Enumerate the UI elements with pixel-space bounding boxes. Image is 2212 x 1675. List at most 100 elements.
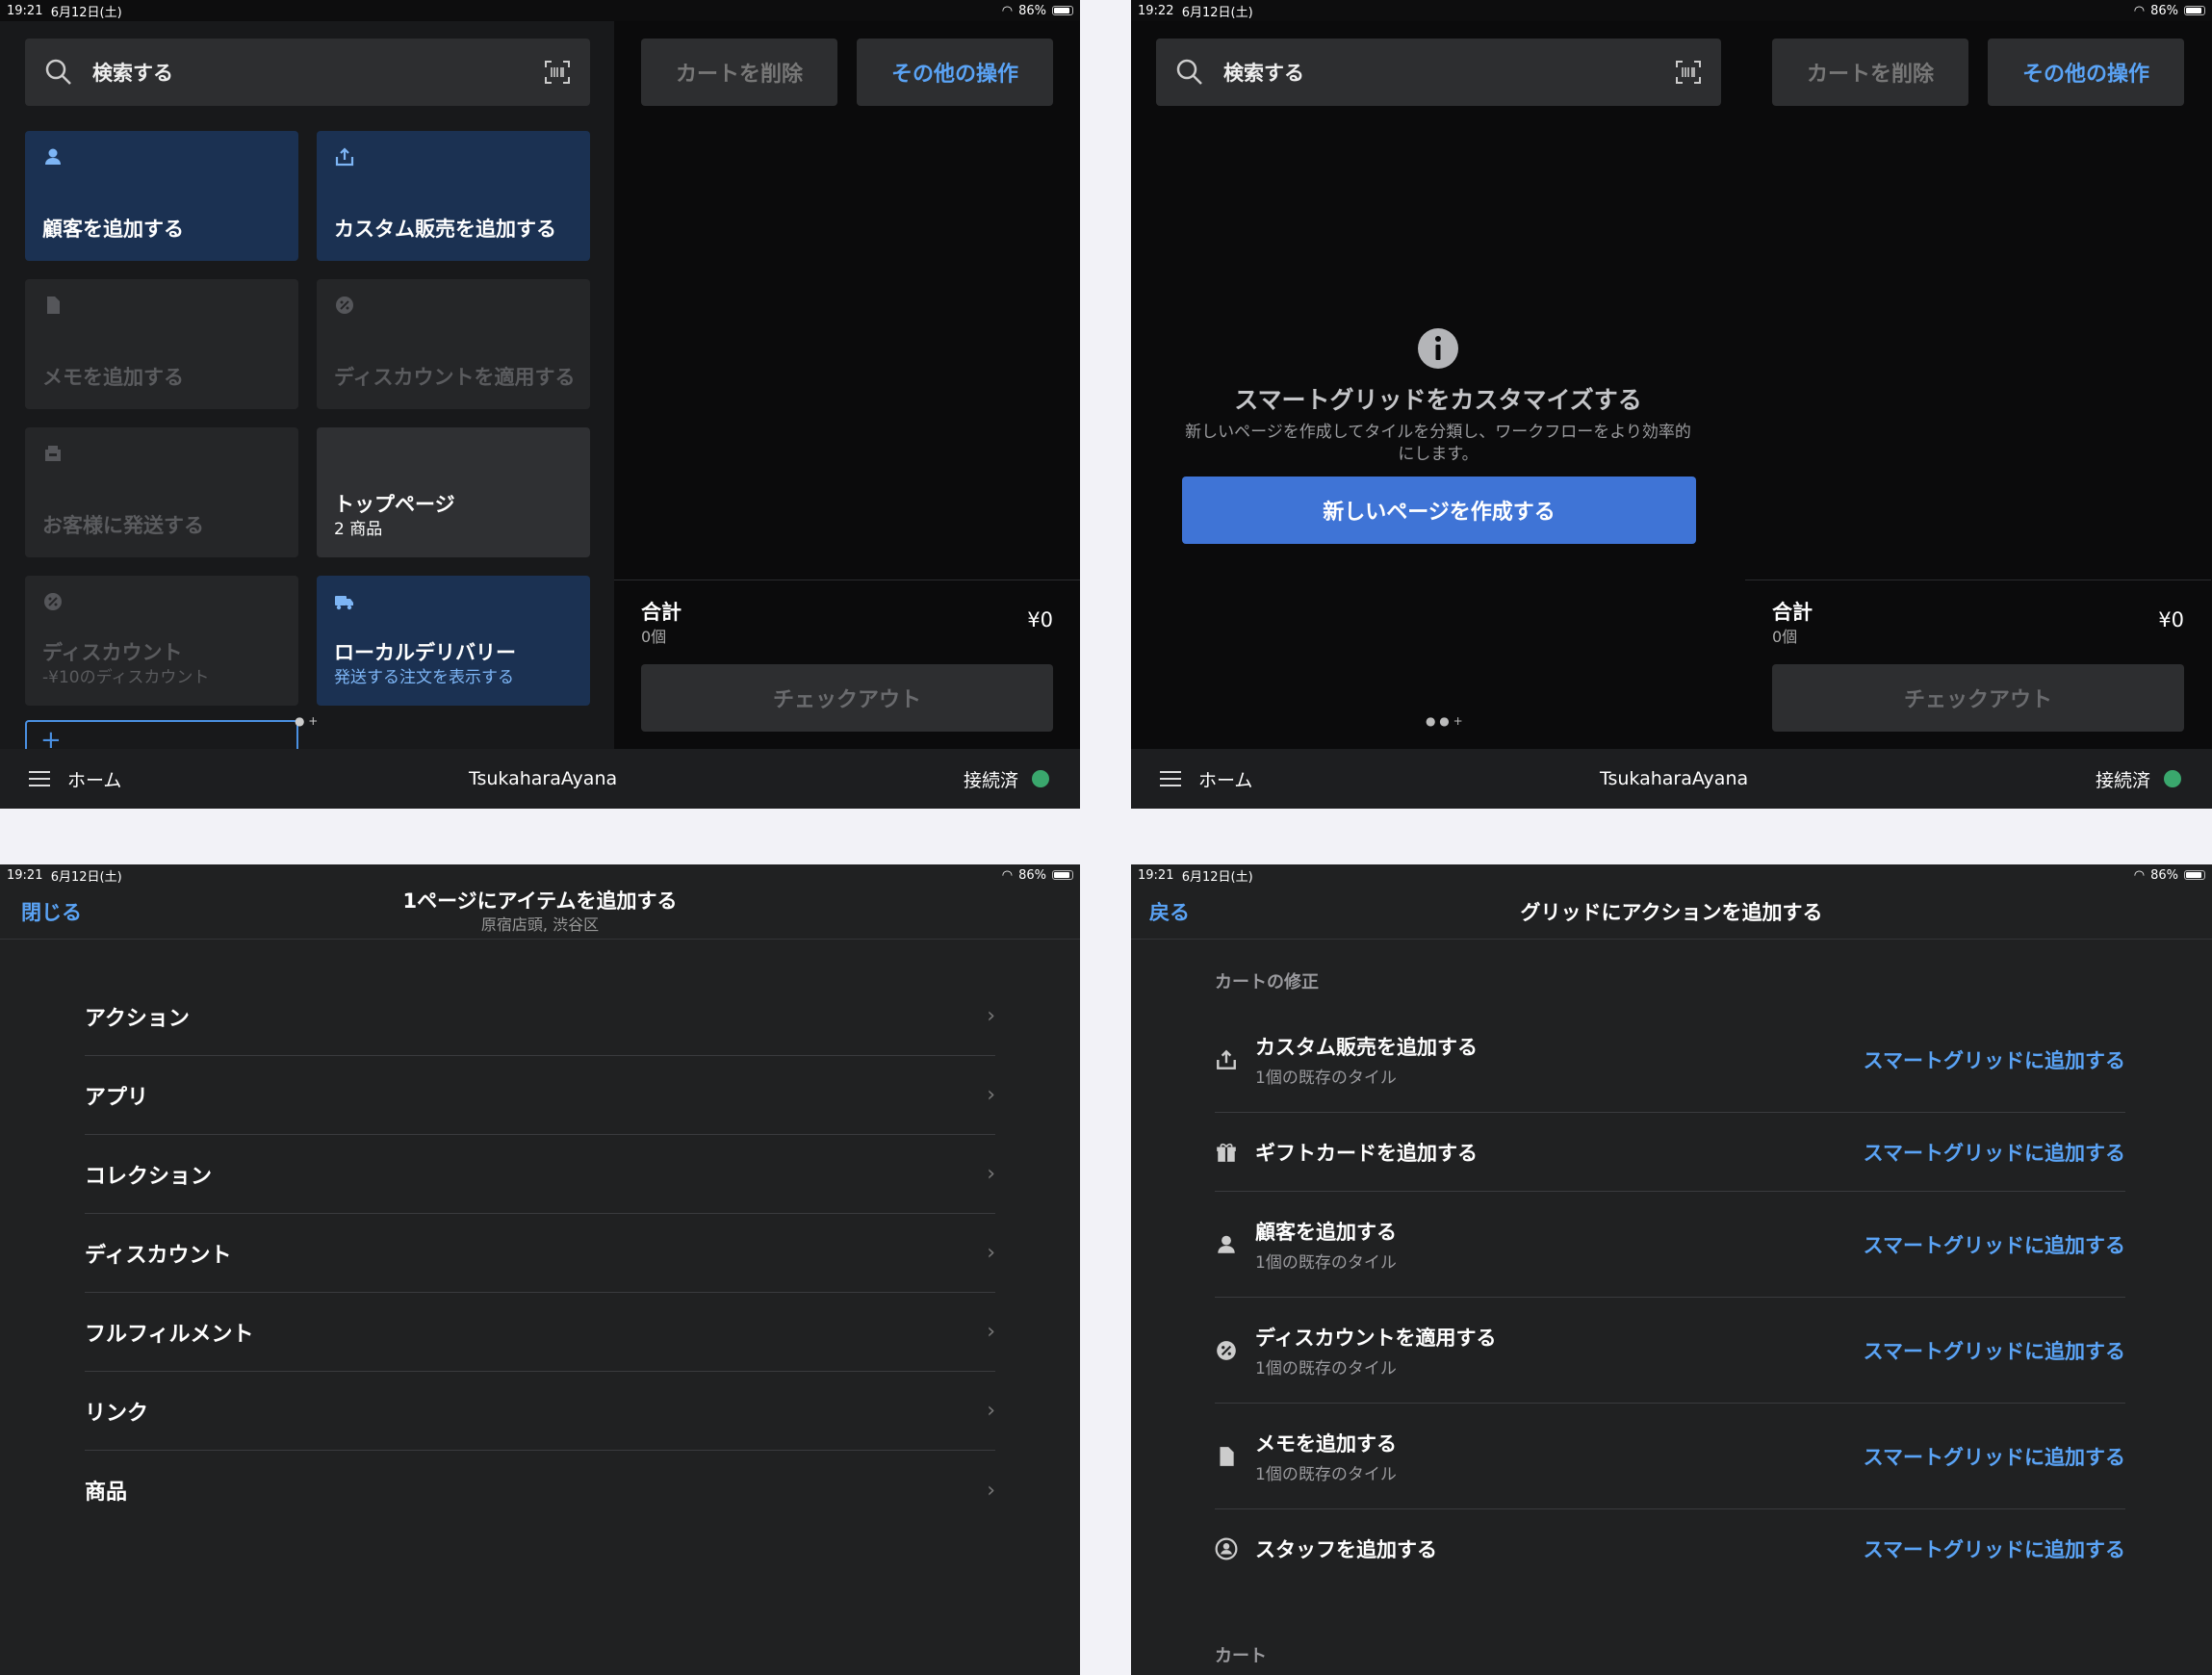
create-page-button[interactable]: 新しいページを作成する xyxy=(1182,477,1696,544)
chevron-right-icon: › xyxy=(987,1320,995,1344)
tile-label: お客様に発送する xyxy=(42,514,204,537)
tile-local-delivery[interactable]: ローカルデリバリー 発送する注文を表示する xyxy=(317,576,590,706)
tile-label: ディスカウント xyxy=(42,641,183,664)
page-indicator[interactable]: ● + xyxy=(295,714,318,728)
cart-panel: カートを削除 その他の操作 合計 0個 ¥0 チェックアウト xyxy=(614,21,1080,749)
tile-text: ローカルデリバリー 発送する注文を表示する xyxy=(334,639,577,688)
tile-label: トップページ xyxy=(334,493,455,516)
status-date: 6月12日(土) xyxy=(50,5,122,20)
empty-description: 新しいページを作成してタイルを分類し、ワークフローをより効率的にします。 xyxy=(1185,423,1691,464)
page-indicator[interactable]: ● ● + xyxy=(1426,714,1463,728)
add-to-smart-grid-link[interactable]: スマートグリッドに追加する xyxy=(1864,1336,2125,1365)
list-item-links[interactable]: リンク › xyxy=(85,1372,995,1451)
wifi-icon: ◠ xyxy=(2133,3,2146,18)
list-item-label: ディスカウント xyxy=(85,1243,232,1268)
action-row-staff: スタッフを追加する スマートグリッドに追加する xyxy=(1215,1509,2125,1588)
action-subtitle: 1個の既存のタイル xyxy=(1255,1464,1397,1484)
connection-status: 接続済 xyxy=(2095,769,2150,791)
action-title: 顧客を追加する xyxy=(1255,1220,1397,1244)
bottom-bar: ホーム TsukaharaAyana 接続済 xyxy=(0,749,1080,809)
action-row-customer: 顧客を追加する 1個の既存のタイル スマートグリッドに追加する xyxy=(1215,1192,2125,1298)
pos-empty-page-screen: 19:22 6月12日(土) ◠ 86% 検索する スマートグリッドをカスタマイズ… xyxy=(1131,0,2212,809)
tile-label: メモを追加する xyxy=(42,366,184,389)
add-to-smart-grid-link[interactable]: スマートグリッドに追加する xyxy=(1864,1442,2125,1471)
tile-add-memo[interactable]: メモを追加する xyxy=(25,279,298,409)
add-to-smart-grid-link[interactable]: スマートグリッドに追加する xyxy=(1864,1230,2125,1259)
list-item-collections[interactable]: コレクション › xyxy=(85,1135,995,1214)
status-bar: 19:21 6月12日(土) ◠ 86% xyxy=(0,0,1080,21)
list-item-apps[interactable]: アプリ › xyxy=(85,1056,995,1135)
total-count: 0個 xyxy=(1772,628,1798,646)
action-title: スタッフを追加する xyxy=(1255,1538,1437,1561)
tile-apply-discount[interactable]: ディスカウントを適用する xyxy=(317,279,590,409)
search-input[interactable]: 検索する xyxy=(1156,39,1721,106)
tile-top-page[interactable]: トップページ 2 商品 xyxy=(317,427,590,557)
search-input[interactable]: 検索する xyxy=(25,39,590,106)
tile-add-customer[interactable]: 顧客を追加する xyxy=(25,131,298,261)
add-to-smart-grid-link[interactable]: スマートグリッドに追加する xyxy=(1864,1138,2125,1167)
list-item-label: アクション xyxy=(85,1006,190,1031)
add-to-smart-grid-link[interactable]: スマートグリッドに追加する xyxy=(1864,1534,2125,1563)
wifi-icon: ◠ xyxy=(1001,867,1014,883)
checkout-button[interactable]: チェックアウト xyxy=(641,664,1053,732)
status-date: 6月12日(土) xyxy=(1181,869,1253,885)
action-title: ディスカウントを適用する xyxy=(1255,1326,1497,1350)
barcode-scan-icon[interactable] xyxy=(544,60,571,85)
smart-grid: 検索する スマートグリッドをカスタマイズする 新しいページを作成してタイルを分類… xyxy=(1131,21,1745,749)
chevron-right-icon: › xyxy=(987,1399,995,1423)
menu-icon[interactable] xyxy=(29,771,50,786)
tile-label: カスタム販売を追加する xyxy=(334,218,556,241)
menu-icon[interactable] xyxy=(1160,771,1181,786)
battery-percent: 86% xyxy=(1018,3,1046,18)
truck-icon xyxy=(335,596,353,610)
battery-icon xyxy=(1052,6,1073,15)
user-name: TsukaharaAyana xyxy=(469,768,618,789)
checkout-button[interactable]: チェックアウト xyxy=(1772,664,2184,732)
add-item-screen: 19:21 6月12日(土) ◠ 86% 閉じる 1ページにアイテムを追加する 原… xyxy=(0,864,1080,1675)
wifi-icon: ◠ xyxy=(1001,3,1014,18)
action-title: カスタム販売を追加する xyxy=(1255,1035,1478,1059)
tile-label: 顧客を追加する xyxy=(42,218,184,241)
discount-icon xyxy=(44,593,62,610)
tile-add-custom-sale[interactable]: カスタム販売を追加する xyxy=(317,131,590,261)
cart-panel: カートを削除 その他の操作 合計 0個 ¥0 チェックアウト xyxy=(1745,21,2211,749)
tile-sublabel: 2 商品 xyxy=(334,520,383,539)
status-bar: 19:21 6月12日(土) ◠ 86% xyxy=(0,864,1080,886)
staff-icon xyxy=(1215,1537,1238,1560)
search-icon xyxy=(1176,59,1202,85)
clear-cart-button[interactable]: カートを削除 xyxy=(1772,39,1968,106)
total-count: 0個 xyxy=(641,628,667,646)
smart-grid: 検索する 顧客を追加する カスタム販売を追加する メモを追加する ディスカウント… xyxy=(0,21,614,759)
status-bar: 19:21 6月12日(土) ◠ 86% xyxy=(1131,864,2212,886)
connection-status-dot xyxy=(2164,770,2181,787)
tile-discount[interactable]: ディスカウント -¥10のディスカウント xyxy=(25,576,298,706)
list-item-actions[interactable]: アクション › xyxy=(85,977,995,1056)
section-header: カート xyxy=(1215,1646,1267,1666)
total-label: 合計 xyxy=(641,601,682,624)
list-item-products[interactable]: 商品 › xyxy=(85,1451,995,1530)
tile-ship-to-customer[interactable]: お客様に発送する xyxy=(25,427,298,557)
discount-icon xyxy=(1217,1340,1236,1360)
list-item-discounts[interactable]: ディスカウント › xyxy=(85,1214,995,1293)
tile-sublabel: 発送する注文を表示する xyxy=(334,668,514,687)
list-item-label: 商品 xyxy=(85,1481,128,1505)
more-actions-button[interactable]: その他の操作 xyxy=(857,39,1053,106)
tile-sublabel: -¥10のディスカウント xyxy=(42,668,210,687)
action-row-discount: ディスカウントを適用する 1個の既存のタイル スマートグリッドに追加する xyxy=(1215,1298,2125,1404)
status-time: 19:21 xyxy=(7,3,43,18)
discount-icon xyxy=(336,296,353,314)
home-label[interactable]: ホーム xyxy=(67,766,121,792)
person-icon xyxy=(45,148,61,165)
action-row-gift-card: ギフトカードを追加する スマートグリッドに追加する xyxy=(1215,1113,2125,1192)
barcode-scan-icon[interactable] xyxy=(1675,60,1702,85)
tile-text: ディスカウント -¥10のディスカウント xyxy=(42,639,285,688)
clear-cart-button[interactable]: カートを削除 xyxy=(641,39,837,106)
add-to-smart-grid-link[interactable]: スマートグリッドに追加する xyxy=(1864,1045,2125,1074)
status-time: 19:21 xyxy=(1138,867,1174,883)
list-item-fulfillment[interactable]: フルフィルメント › xyxy=(85,1293,995,1372)
tile-label: ディスカウントを適用する xyxy=(334,366,576,389)
home-label[interactable]: ホーム xyxy=(1198,766,1252,792)
more-actions-button[interactable]: その他の操作 xyxy=(1988,39,2184,106)
battery-percent: 86% xyxy=(2150,867,2178,883)
battery-percent: 86% xyxy=(1018,867,1046,883)
